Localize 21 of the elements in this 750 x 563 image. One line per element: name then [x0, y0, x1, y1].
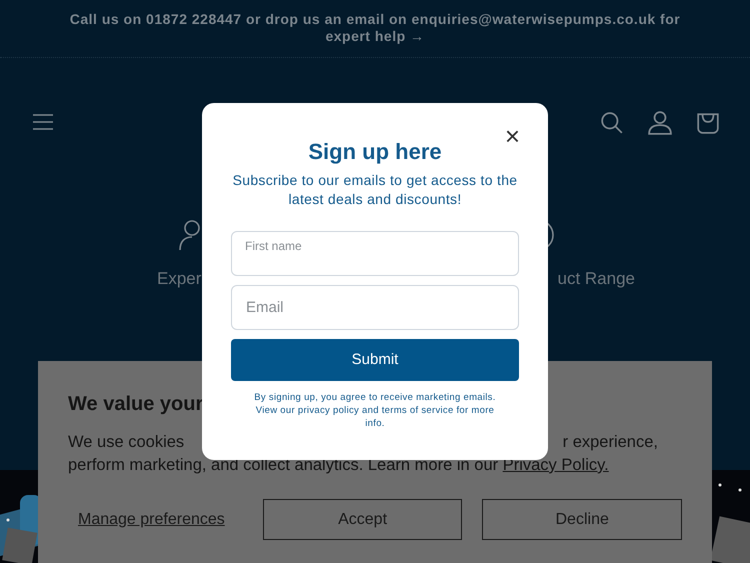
modal-title: Sign up here: [307, 139, 443, 166]
cookie-text: perform marketing, and collect analytics. Learn more in our: [68, 456, 500, 474]
cart-icon[interactable]: [696, 110, 720, 135]
account-icon[interactable]: [648, 110, 672, 135]
search-icon[interactable]: [600, 110, 624, 135]
cookie-button[interactable]: Decline: [482, 499, 682, 540]
feature-label: uct Range: [558, 268, 635, 290]
modal-subtitle: Subscribe to our emails to get access to the latest deals and discounts!: [232, 171, 518, 210]
cookie-text: We use cookies: [68, 432, 184, 453]
cookie-title: We value your: [68, 392, 204, 417]
manage-preferences-link[interactable]: Manage preferences: [68, 508, 235, 532]
first-name-field[interactable]: [231, 231, 519, 276]
announcement-text[interactable]: Call us on 01872 228447 or drop us an email on enquiries@waterwisepumps.co.uk for expert help →: [50, 11, 700, 45]
disclaimer-text: By signing up, you agree to receive marketing emails. View our privacy policy and terms of service for more info.: [253, 391, 497, 430]
email-field[interactable]: Email: [231, 285, 519, 330]
submit-button[interactable]: Submit: [231, 339, 519, 382]
close-button[interactable]: ×: [500, 123, 524, 149]
cookie-button[interactable]: Accept: [262, 499, 462, 540]
feature-label: Exper: [157, 268, 202, 290]
cookie-text: r experience,: [562, 432, 658, 453]
field-label: First name: [245, 238, 302, 256]
